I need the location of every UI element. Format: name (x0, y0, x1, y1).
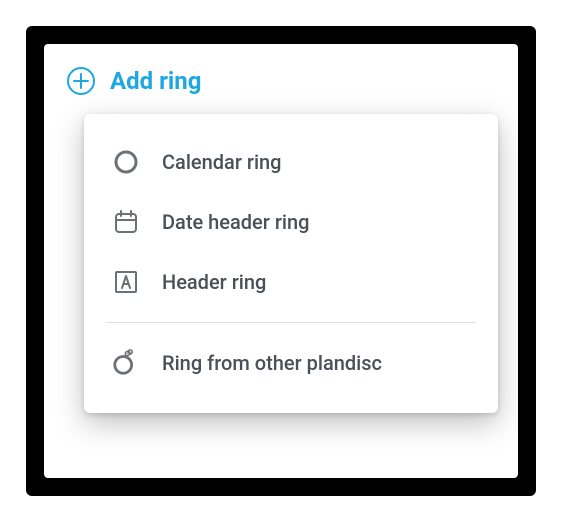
menu-divider (106, 322, 476, 323)
letter-a-box-icon (112, 268, 140, 296)
calendar-icon (112, 208, 140, 236)
add-ring-button[interactable]: Add ring (44, 60, 518, 114)
menu-item-date-header-ring[interactable]: Date header ring (84, 192, 498, 252)
screenshot-frame: Add ring Calendar ring (26, 26, 536, 496)
add-ring-panel: Add ring Calendar ring (44, 44, 518, 478)
menu-item-ring-from-other-plandisc[interactable]: Ring from other plandisc (84, 333, 498, 393)
menu-item-header-ring[interactable]: Header ring (84, 252, 498, 312)
menu-item-label: Ring from other plandisc (162, 351, 382, 375)
ring-link-icon (112, 349, 140, 377)
menu-item-label: Calendar ring (162, 150, 282, 174)
add-ring-label: Add ring (110, 67, 201, 95)
menu-item-label: Header ring (162, 270, 266, 294)
menu-item-label: Date header ring (162, 210, 309, 234)
plus-circle-icon (66, 66, 96, 96)
ring-type-dropdown: Calendar ring Date header ring (84, 114, 498, 413)
ring-circle-icon (112, 148, 140, 176)
menu-item-calendar-ring[interactable]: Calendar ring (84, 132, 498, 192)
